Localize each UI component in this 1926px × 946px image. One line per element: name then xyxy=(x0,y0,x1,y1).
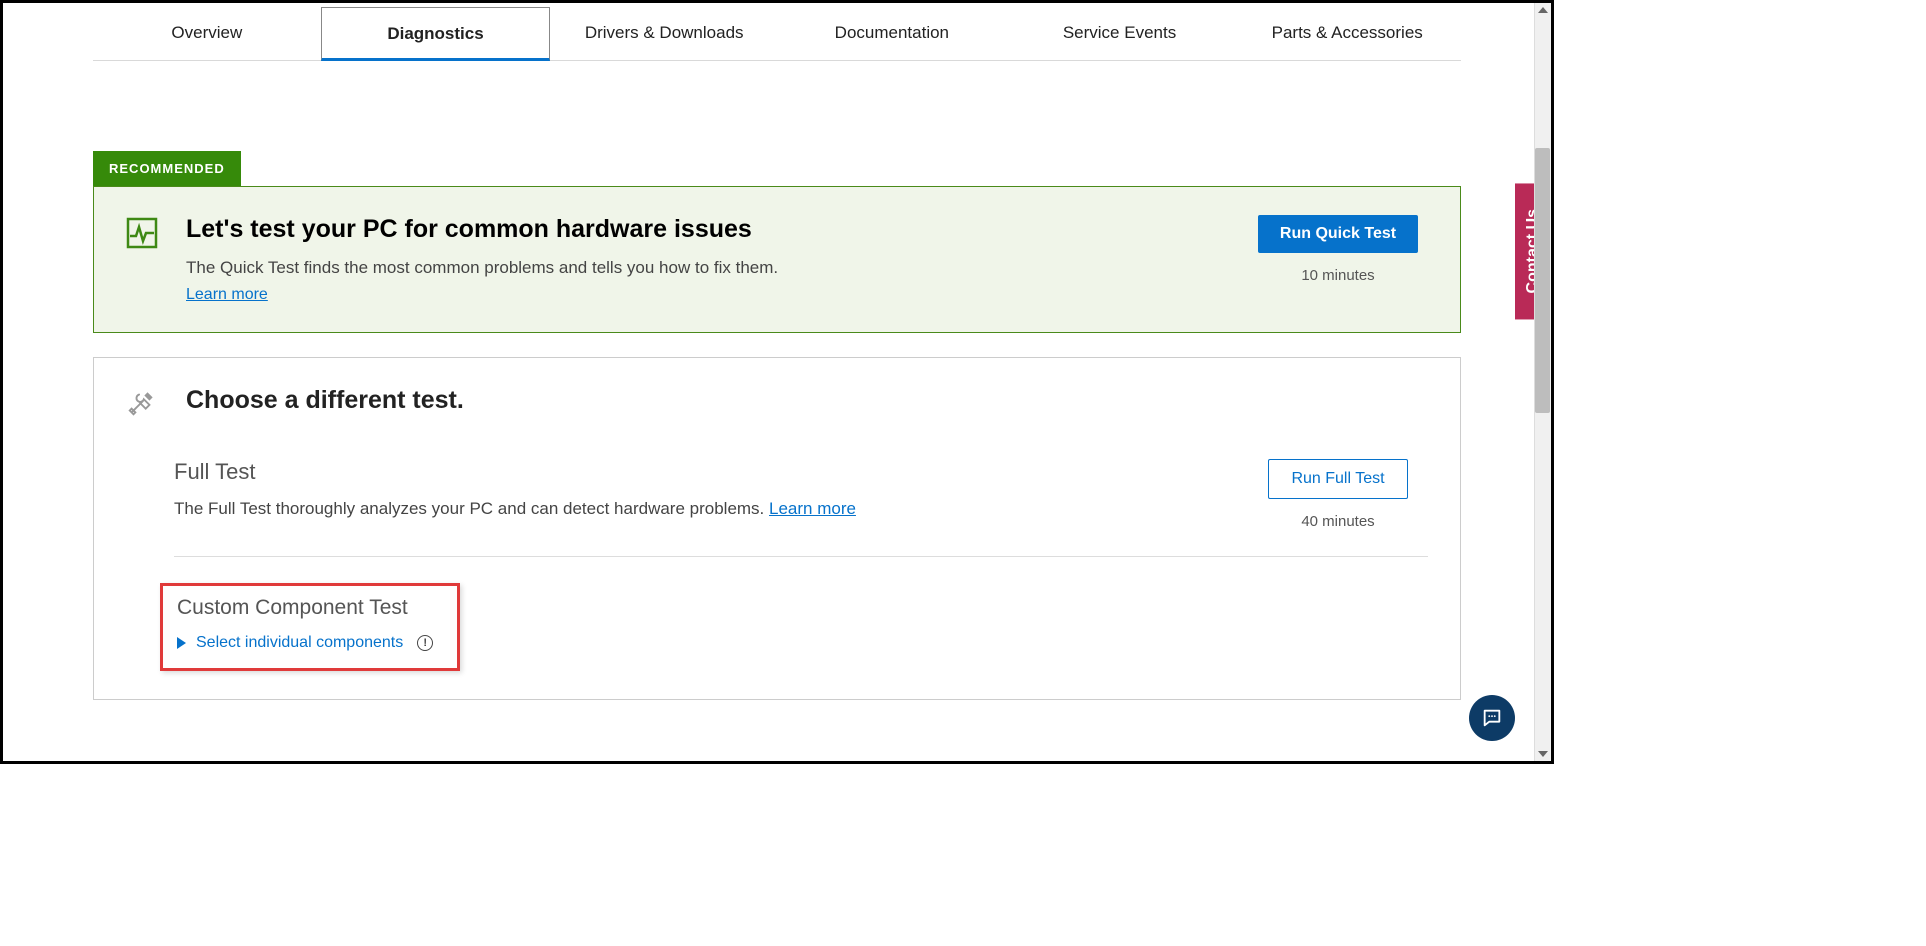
select-components-toggle[interactable]: Select individual components ! xyxy=(177,634,443,652)
divider xyxy=(174,556,1428,557)
run-full-test-button[interactable]: Run Full Test xyxy=(1268,459,1407,499)
full-test-title: Full Test xyxy=(174,459,1248,485)
recommended-badge: RECOMMENDED xyxy=(93,151,241,186)
other-tests-card: Choose a different test. Full Test The F… xyxy=(93,357,1461,700)
tab-bar: Overview Diagnostics Drivers & Downloads… xyxy=(93,7,1461,61)
different-test-title: Choose a different test. xyxy=(186,386,1428,415)
tab-diagnostics[interactable]: Diagnostics xyxy=(321,7,551,61)
full-test-learn-more-link[interactable]: Learn more xyxy=(769,499,856,518)
tab-service-events[interactable]: Service Events xyxy=(1006,7,1234,60)
quick-test-learn-more-link[interactable]: Learn more xyxy=(186,286,268,303)
vertical-scrollbar[interactable] xyxy=(1534,3,1551,761)
chat-fab-button[interactable] xyxy=(1469,695,1515,741)
quick-test-time: 10 minutes xyxy=(1248,267,1428,284)
quick-test-desc: The Quick Test finds the most common pro… xyxy=(186,258,1248,278)
tab-documentation[interactable]: Documentation xyxy=(778,7,1006,60)
select-components-link[interactable]: Select individual components xyxy=(196,634,403,652)
run-quick-test-button[interactable]: Run Quick Test xyxy=(1258,215,1418,253)
tab-drivers-downloads[interactable]: Drivers & Downloads xyxy=(550,7,778,60)
chat-icon xyxy=(1481,707,1503,729)
scroll-up-icon[interactable] xyxy=(1538,7,1548,13)
tab-overview[interactable]: Overview xyxy=(93,7,321,60)
scroll-thumb[interactable] xyxy=(1535,148,1550,413)
custom-test-highlight: Custom Component Test Select individual … xyxy=(160,583,460,671)
custom-test-title: Custom Component Test xyxy=(177,596,443,620)
quick-test-title: Let's test your PC for common hardware i… xyxy=(186,215,1248,244)
tools-icon xyxy=(126,388,170,423)
info-icon[interactable]: ! xyxy=(417,635,433,651)
scroll-down-icon[interactable] xyxy=(1538,751,1548,757)
full-test-time: 40 minutes xyxy=(1248,513,1428,530)
heartbeat-icon xyxy=(126,217,170,254)
caret-right-icon xyxy=(177,637,186,649)
tab-parts-accessories[interactable]: Parts & Accessories xyxy=(1233,7,1461,60)
quick-test-card: Let's test your PC for common hardware i… xyxy=(93,186,1461,333)
full-test-desc: The Full Test thoroughly analyzes your P… xyxy=(174,499,1248,519)
